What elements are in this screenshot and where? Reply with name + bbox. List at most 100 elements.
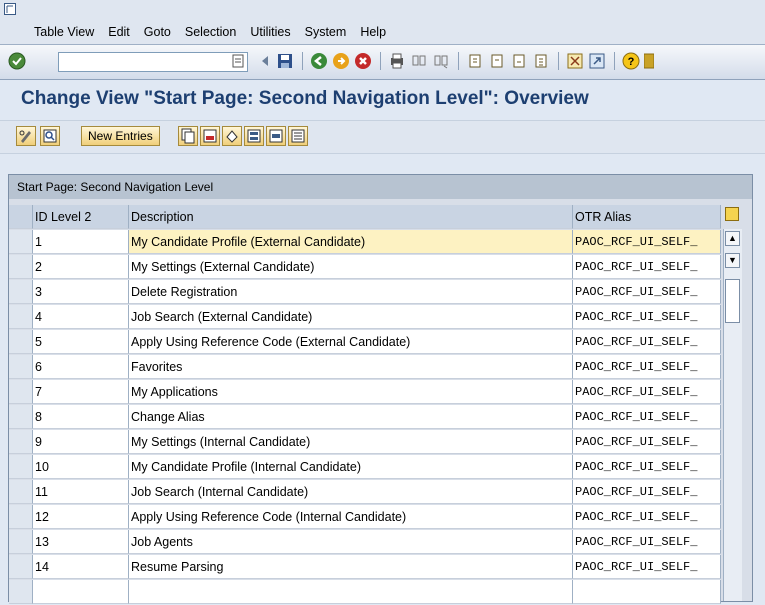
menu-edit[interactable]: Edit (108, 25, 130, 39)
find-next-icon[interactable] (432, 52, 450, 70)
cell-description[interactable]: My Candidate Profile (External Candidate… (129, 230, 573, 254)
cell-id[interactable]: 1 (33, 230, 129, 254)
menu-help[interactable]: Help (360, 25, 386, 39)
prev-page-icon[interactable] (488, 52, 506, 70)
back-arrow-icon[interactable] (256, 52, 274, 70)
cell-description[interactable]: Apply Using Reference Code (Internal Can… (129, 505, 573, 529)
cell-otr-alias[interactable]: PAOC_RCF_UI_SELF_ (573, 280, 721, 304)
enter-icon[interactable] (8, 52, 26, 70)
cell-description[interactable]: My Settings (External Candidate) (129, 255, 573, 279)
cell-otr-alias[interactable] (573, 580, 721, 604)
system-menu-icon[interactable] (4, 3, 16, 15)
undo-change-button[interactable] (222, 126, 242, 146)
cell-description[interactable]: My Settings (Internal Candidate) (129, 430, 573, 454)
cell-id[interactable]: 10 (33, 455, 129, 479)
cell-id[interactable]: 8 (33, 405, 129, 429)
cell-id[interactable]: 13 (33, 530, 129, 554)
cell-id[interactable]: 6 (33, 355, 129, 379)
cell-id[interactable]: 7 (33, 380, 129, 404)
last-page-icon[interactable] (532, 52, 550, 70)
cell-otr-alias[interactable]: PAOC_RCF_UI_SELF_ (573, 555, 721, 579)
cell-description[interactable] (129, 580, 573, 604)
command-field[interactable] (58, 52, 248, 72)
next-page-icon[interactable] (510, 52, 528, 70)
cell-description[interactable]: My Applications (129, 380, 573, 404)
cell-otr-alias[interactable]: PAOC_RCF_UI_SELF_ (573, 430, 721, 454)
cell-otr-alias[interactable]: PAOC_RCF_UI_SELF_ (573, 380, 721, 404)
cell-id[interactable]: 4 (33, 305, 129, 329)
row-selector[interactable] (9, 405, 33, 429)
row-selector[interactable] (9, 430, 33, 454)
cell-description[interactable]: Favorites (129, 355, 573, 379)
deselect-all-button[interactable] (288, 126, 308, 146)
cell-otr-alias[interactable]: PAOC_RCF_UI_SELF_ (573, 355, 721, 379)
scroll-up-icon[interactable]: ▲ (725, 231, 740, 246)
cell-description[interactable]: Apply Using Reference Code (External Can… (129, 330, 573, 354)
cell-description[interactable]: Change Alias (129, 405, 573, 429)
cell-id[interactable]: 9 (33, 430, 129, 454)
row-selector[interactable] (9, 505, 33, 529)
column-header-id[interactable]: ID Level 2 (33, 205, 129, 229)
cell-otr-alias[interactable]: PAOC_RCF_UI_SELF_ (573, 480, 721, 504)
select-block-button[interactable] (266, 126, 286, 146)
cell-description[interactable]: Job Agents (129, 530, 573, 554)
help-icon[interactable]: ? (622, 52, 640, 70)
cell-id[interactable] (33, 580, 129, 604)
print-icon[interactable] (388, 52, 406, 70)
delete-button[interactable] (200, 126, 220, 146)
cell-otr-alias[interactable]: PAOC_RCF_UI_SELF_ (573, 230, 721, 254)
row-selector[interactable] (9, 355, 33, 379)
row-selector[interactable] (9, 330, 33, 354)
cell-id[interactable]: 11 (33, 480, 129, 504)
find-icon[interactable] (410, 52, 428, 70)
shortcut-icon[interactable] (588, 52, 606, 70)
new-entries-button[interactable]: New Entries (81, 126, 160, 146)
row-selector[interactable] (9, 280, 33, 304)
menu-utilities[interactable]: Utilities (250, 25, 290, 39)
row-selector[interactable] (9, 480, 33, 504)
scrollbar-thumb[interactable] (725, 279, 740, 323)
row-selector[interactable] (9, 455, 33, 479)
cell-description[interactable]: Job Search (External Candidate) (129, 305, 573, 329)
cell-otr-alias[interactable]: PAOC_RCF_UI_SELF_ (573, 305, 721, 329)
cell-id[interactable]: 2 (33, 255, 129, 279)
cell-otr-alias[interactable]: PAOC_RCF_UI_SELF_ (573, 530, 721, 554)
column-header-otr-alias[interactable]: OTR Alias (573, 205, 721, 229)
cell-description[interactable]: Resume Parsing (129, 555, 573, 579)
row-selector[interactable] (9, 255, 33, 279)
layout-menu-icon[interactable] (644, 52, 654, 70)
cell-otr-alias[interactable]: PAOC_RCF_UI_SELF_ (573, 505, 721, 529)
save-icon[interactable] (276, 52, 294, 70)
cell-id[interactable]: 3 (33, 280, 129, 304)
select-all-button[interactable] (244, 126, 264, 146)
cell-id[interactable]: 14 (33, 555, 129, 579)
cell-id[interactable]: 5 (33, 330, 129, 354)
cell-otr-alias[interactable]: PAOC_RCF_UI_SELF_ (573, 405, 721, 429)
row-selector[interactable] (9, 555, 33, 579)
cell-description[interactable]: My Candidate Profile (Internal Candidate… (129, 455, 573, 479)
cell-description[interactable]: Delete Registration (129, 280, 573, 304)
row-selector[interactable] (9, 305, 33, 329)
cell-otr-alias[interactable]: PAOC_RCF_UI_SELF_ (573, 255, 721, 279)
create-session-icon[interactable] (566, 52, 584, 70)
menu-system[interactable]: System (305, 25, 347, 39)
row-selector[interactable] (9, 230, 33, 254)
row-selector[interactable] (9, 530, 33, 554)
cancel-icon[interactable] (354, 52, 372, 70)
display-change-button[interactable] (16, 126, 36, 146)
cell-otr-alias[interactable]: PAOC_RCF_UI_SELF_ (573, 330, 721, 354)
cell-id[interactable]: 12 (33, 505, 129, 529)
select-all-rows[interactable] (9, 205, 33, 229)
copy-as-button[interactable] (178, 126, 198, 146)
menu-selection[interactable]: Selection (185, 25, 236, 39)
row-selector[interactable] (9, 380, 33, 404)
history-icon[interactable] (232, 54, 244, 68)
back-icon[interactable] (310, 52, 328, 70)
row-selector[interactable] (9, 580, 33, 604)
cell-otr-alias[interactable]: PAOC_RCF_UI_SELF_ (573, 455, 721, 479)
column-header-description[interactable]: Description (129, 205, 573, 229)
other-view-button[interactable] (40, 126, 60, 146)
menu-goto[interactable]: Goto (144, 25, 171, 39)
vertical-scrollbar[interactable]: ▲ ▼ (723, 229, 742, 601)
menu-table-view[interactable]: Table View (34, 25, 94, 39)
